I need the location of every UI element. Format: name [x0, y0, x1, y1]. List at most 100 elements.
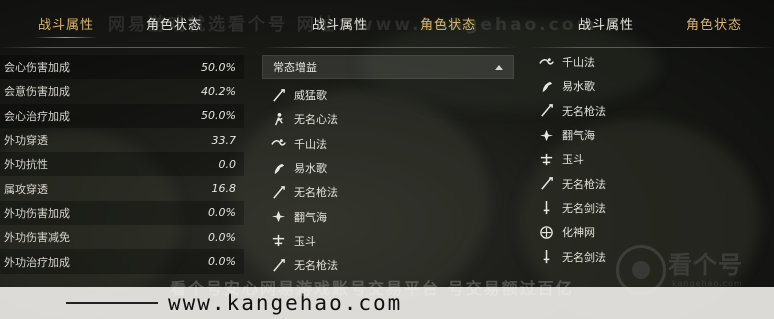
item-label: 翻气海	[294, 210, 327, 224]
stat-value: 0.0%	[208, 230, 236, 244]
watermark-banner: 看个号安心网易游戏账号交易平台 号交易额过百亿 www.kangehao.com	[0, 279, 774, 319]
list-item[interactable]: 无名剑法	[538, 196, 606, 220]
list-item[interactable]: 无名枪法	[538, 99, 606, 123]
item-label: 易水歌	[562, 80, 595, 94]
list-item[interactable]: 无名枪法	[538, 171, 606, 195]
list-item[interactable]: 千山法	[538, 50, 606, 74]
stat-row: 会心伤害加成 50.0%	[0, 55, 244, 80]
tab-character-status[interactable]: 角色状态	[680, 14, 748, 33]
stat-row: 外功穿透 33.7	[0, 128, 244, 152]
watermark-logo-text: 看个号	[668, 251, 743, 279]
list-item[interactable]: 威猛歌	[270, 83, 338, 107]
stat-value: 40.2%	[201, 84, 236, 98]
item-label: 翻气海	[562, 129, 595, 143]
mid-divider	[262, 47, 517, 48]
stat-row: 外功伤害减免 0.0%	[0, 225, 244, 249]
sword-icon	[538, 200, 554, 216]
list-item[interactable]: 千山法	[270, 132, 338, 156]
tab-character-status[interactable]: 角色状态	[140, 14, 208, 33]
stat-value: 16.8	[211, 182, 237, 196]
item-label: 千山法	[294, 137, 327, 151]
stat-label: 外功治疗加成	[4, 255, 70, 269]
lotus-icon	[270, 209, 286, 225]
list-item[interactable]: 化神网	[538, 220, 606, 244]
stat-value: 33.7	[211, 133, 237, 147]
tab-character-status[interactable]: 角色状态	[414, 14, 482, 33]
item-label: 无名枪法	[562, 104, 606, 118]
stat-label: 外功穿透	[4, 134, 48, 148]
list-item[interactable]: 易水歌	[270, 156, 338, 180]
spear-icon	[270, 184, 286, 200]
stat-row: 会意伤害加成 40.2%	[0, 79, 244, 103]
stat-row: 会心治疗加成 50.0%	[0, 103, 244, 128]
stat-value: 0.0%	[208, 206, 236, 220]
stat-label: 外功抗性	[4, 158, 48, 172]
mid-tab-bar: 战斗属性 角色状态	[306, 0, 482, 46]
lotus-icon	[538, 127, 554, 143]
buff-category-dropdown[interactable]: 常态增益	[262, 55, 514, 79]
item-label: 无名枪法	[294, 259, 338, 273]
item-label: 无名剑法	[562, 201, 606, 215]
banner-rule	[66, 302, 158, 304]
list-item[interactable]: 翻气海	[270, 204, 338, 228]
left-tab-bar: 战斗属性 角色状态	[32, 0, 208, 46]
tab-combat-attributes[interactable]: 战斗属性	[32, 14, 100, 38]
item-label: 无名枪法	[562, 177, 606, 191]
crane-icon	[538, 78, 554, 94]
cross-icon	[538, 151, 554, 167]
spear-icon	[538, 176, 554, 192]
cross-icon	[270, 233, 286, 249]
stat-value: 0.0	[218, 157, 237, 171]
list-item[interactable]: 玉斗	[538, 147, 606, 171]
caret-up-icon	[495, 64, 503, 70]
left-divider	[0, 47, 250, 48]
mid-buff-list: 威猛歌 无名心法 千山法 易水歌 无名枪法 翻气海 玉斗 无名枪法	[270, 83, 338, 277]
stat-row: 属攻穿透 16.8	[0, 176, 244, 200]
stat-row: 外功治疗加成 0.0%	[0, 249, 244, 274]
list-item[interactable]: 易水歌	[538, 74, 606, 98]
tab-combat-attributes[interactable]: 战斗属性	[306, 14, 374, 33]
spear-icon	[270, 257, 286, 273]
list-item[interactable]: 无名剑法	[538, 244, 606, 268]
list-item[interactable]: 无名枪法	[270, 180, 338, 204]
tab-combat-attributes[interactable]: 战斗属性	[572, 14, 640, 33]
stat-label: 会心伤害加成	[4, 61, 70, 75]
stat-row: 外功伤害加成 0.0%	[0, 200, 244, 226]
sword-icon	[538, 249, 554, 265]
item-label: 千山法	[562, 56, 595, 70]
item-label: 易水歌	[294, 162, 327, 176]
item-label: 化神网	[562, 226, 595, 240]
crane-icon	[270, 160, 286, 176]
item-label: 玉斗	[562, 153, 584, 167]
wave-icon	[538, 54, 554, 70]
stat-value: 50.0%	[201, 60, 236, 74]
right-tab-bar: 战斗属性 角色状态	[572, 0, 748, 46]
list-item[interactable]: 无名枪法	[270, 253, 338, 277]
net-icon	[538, 224, 554, 240]
stat-label: 外功伤害加成	[4, 206, 70, 220]
stat-label: 会意伤害加成	[4, 85, 70, 99]
stats-panel: 会心伤害加成 50.0% 会意伤害加成 40.2% 会心治疗加成 50.0% 外功穿透…	[0, 55, 244, 274]
item-label: 无名心法	[294, 113, 338, 127]
wave-icon	[270, 136, 286, 152]
right-buff-list: 千山法 易水歌 无名枪法 翻气海 玉斗 无名枪法 无名剑法 化神网 无名剑法	[538, 50, 606, 269]
stat-value: 0.0%	[208, 255, 236, 269]
stat-label: 外功伤害减免	[4, 231, 70, 245]
stat-label: 会心治疗加成	[4, 109, 70, 123]
list-item[interactable]: 无名心法	[270, 107, 338, 131]
list-item[interactable]: 翻气海	[538, 123, 606, 147]
spear-icon	[538, 103, 554, 119]
item-label: 玉斗	[294, 234, 316, 248]
stat-label: 属攻穿透	[4, 182, 48, 196]
item-label: 无名枪法	[294, 186, 338, 200]
right-divider	[530, 47, 774, 48]
item-label: 威猛歌	[294, 89, 327, 103]
dropdown-selected-value: 常态增益	[273, 61, 317, 74]
stat-value: 50.0%	[201, 109, 236, 123]
list-item[interactable]: 玉斗	[270, 229, 338, 253]
spear-icon	[270, 87, 286, 103]
item-label: 无名剑法	[562, 250, 606, 264]
stat-row: 外功抗性 0.0	[0, 152, 244, 177]
figure-icon	[270, 111, 286, 127]
watermark-banner-undertext: 看个号安心网易游戏账号交易平台 号交易额过百亿	[170, 279, 574, 298]
